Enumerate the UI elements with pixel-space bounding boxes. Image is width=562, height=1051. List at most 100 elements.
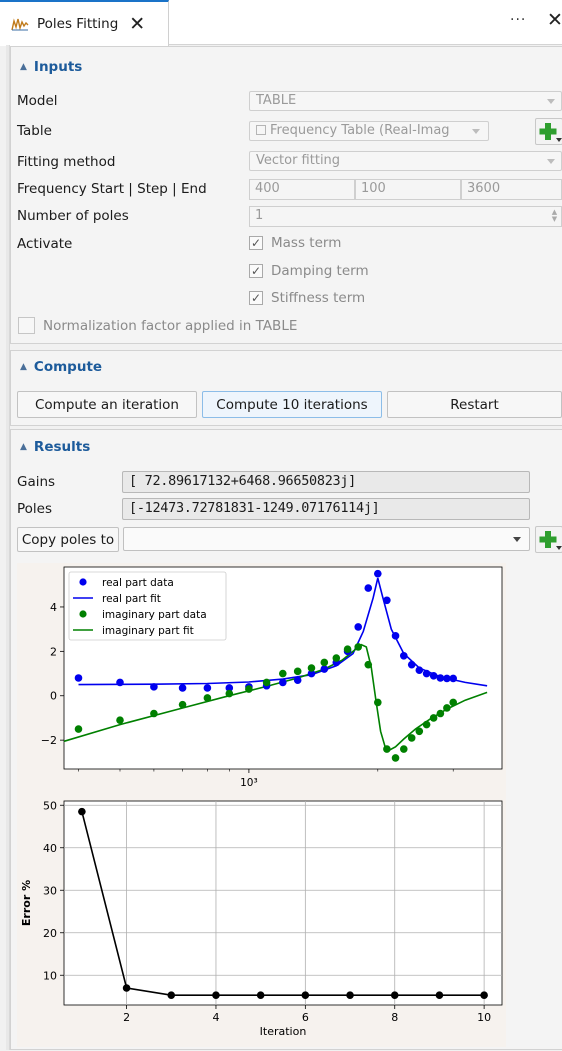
tab-poles-fitting[interactable]: Poles Fitting ✕ — [0, 0, 169, 46]
fitting-method-value: Vector fitting — [256, 153, 341, 168]
chevron-down-icon — [547, 99, 555, 104]
inputs-header[interactable]: ▲ Inputs — [20, 59, 82, 75]
y-tick-label: 50 — [43, 799, 57, 812]
data-point — [391, 754, 400, 762]
data-point — [245, 685, 253, 693]
model-select[interactable]: TABLE — [249, 91, 562, 111]
legend-marker — [79, 610, 87, 618]
data-point — [307, 664, 316, 672]
add-table-button[interactable] — [535, 118, 562, 145]
stiffness-term-checkbox[interactable]: ✓ Stiffness term — [249, 290, 365, 306]
y-tick-label: −2 — [41, 734, 57, 747]
data-point — [436, 674, 445, 682]
data-point — [203, 694, 212, 702]
normalization-checkbox[interactable]: Normalization factor applied in TABLE — [18, 317, 297, 334]
fitting-method-label: Fitting method — [17, 154, 116, 170]
copy-poles-button[interactable]: Copy poles to — [17, 527, 119, 552]
y-tick-label: 30 — [43, 884, 57, 897]
frequency-start-field[interactable]: 400 — [249, 179, 355, 200]
data-point — [429, 714, 438, 722]
compute-header[interactable]: ▲ Compute — [20, 359, 102, 375]
checkbox-box — [18, 317, 35, 334]
data-point — [407, 734, 416, 742]
close-icon[interactable]: ✕ — [129, 14, 145, 34]
x-tick-label: 4 — [212, 1011, 219, 1024]
data-point — [354, 623, 363, 631]
data-point — [293, 676, 302, 685]
data-point — [443, 704, 451, 712]
error-point — [167, 991, 176, 1000]
frequency-end-field[interactable]: 3600 — [461, 179, 562, 200]
legend-marker — [79, 578, 87, 586]
data-point — [407, 660, 416, 669]
data-point — [364, 584, 373, 592]
fitting-method-select[interactable]: Vector fitting — [249, 151, 562, 171]
tab-bar: Poles Fitting ✕ ··· ✕ — [0, 0, 562, 46]
data-point — [150, 709, 158, 718]
data-point — [374, 698, 382, 707]
data-point — [74, 674, 83, 682]
more-options-icon[interactable]: ··· — [510, 12, 526, 28]
y-tick-label: 4 — [50, 601, 57, 614]
data-point — [74, 725, 83, 733]
y-tick-label: 0 — [50, 690, 57, 703]
chevron-down-icon — [513, 537, 521, 542]
error-point — [256, 991, 265, 1000]
copy-poles-target-select[interactable] — [123, 527, 530, 551]
frequency-step-field[interactable]: 100 — [355, 179, 461, 200]
data-point — [354, 643, 363, 651]
restart-button[interactable]: Restart — [387, 391, 562, 418]
data-point — [279, 678, 287, 687]
data-point — [415, 666, 424, 675]
data-point — [116, 678, 124, 687]
data-point — [429, 671, 438, 680]
x-tick-label: 2 — [123, 1011, 130, 1024]
y-tick-label: 40 — [43, 842, 57, 855]
frequency-label: Frequency Start | Step | End — [17, 181, 207, 197]
y-axis-label: Error % — [20, 880, 33, 926]
normalization-label: Normalization factor applied in TABLE — [43, 317, 298, 334]
model-select-value: TABLE — [256, 93, 297, 108]
compute-iteration-button[interactable]: Compute an iteration — [17, 391, 197, 418]
gains-field[interactable]: [ 72.89617132+6468.96650823j] — [122, 471, 530, 493]
damping-term-checkbox[interactable]: ✓ Damping term — [249, 263, 369, 279]
panel-close-icon[interactable]: ✕ — [547, 11, 562, 30]
spin-arrows-icon[interactable]: ▲ ▼ — [550, 209, 559, 224]
error-point — [435, 991, 444, 1000]
data-point — [279, 669, 287, 678]
data-point — [293, 667, 302, 676]
data-point — [203, 684, 212, 692]
data-point — [364, 660, 373, 669]
results-header[interactable]: ▲ Results — [20, 439, 90, 455]
data-point — [399, 651, 408, 660]
data-point — [262, 678, 271, 687]
number-of-poles-spinbox[interactable]: 1 ▲ ▼ — [249, 206, 562, 227]
error-point — [390, 991, 399, 1000]
legend-label: real part fit — [102, 593, 161, 605]
legend-label: imaginary part data — [102, 609, 207, 621]
results-header-label: Results — [33, 439, 91, 455]
y-tick-label: 2 — [50, 645, 57, 658]
error-point — [212, 991, 220, 1000]
collapse-arrow-icon: ▲ — [20, 62, 27, 72]
legend-label: real part data — [102, 577, 174, 589]
gains-label: Gains — [17, 474, 56, 490]
tab-title: Poles Fitting — [37, 16, 119, 32]
chevron-down-icon — [547, 159, 555, 164]
plots-area: −2 0 2 4 10³ real part data real part fit imagi… — [17, 563, 506, 1047]
check-icon: ✓ — [249, 264, 263, 278]
table-select[interactable]: Frequency Table (Real-Imag — [249, 121, 489, 141]
data-point — [422, 720, 431, 729]
mass-term-checkbox[interactable]: ✓ Mass term — [249, 235, 341, 251]
compute-10-iterations-button[interactable]: Compute 10 iterations — [202, 391, 382, 418]
error-point — [78, 807, 86, 816]
x-tick-label: 8 — [391, 1011, 398, 1024]
error-point — [122, 984, 131, 992]
data-point — [436, 709, 445, 718]
data-point — [116, 716, 124, 724]
data-point — [178, 700, 187, 709]
data-point — [225, 689, 234, 698]
activate-label: Activate — [17, 236, 73, 252]
add-target-button[interactable] — [535, 526, 562, 553]
poles-field[interactable]: [-12473.72781831-1249.07176114j] — [122, 498, 530, 520]
